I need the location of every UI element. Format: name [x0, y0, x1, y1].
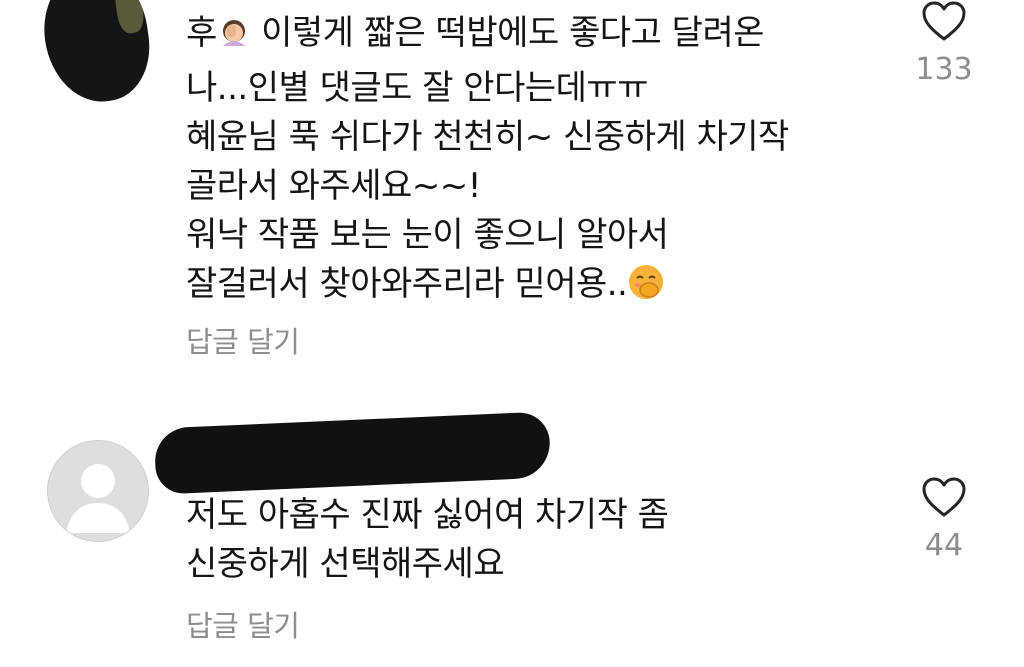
facepalm-emoji-icon [217, 15, 251, 64]
reply-button[interactable]: 답글 달기 [186, 603, 300, 645]
heart-icon[interactable] [921, 476, 967, 518]
comment-text-rest: 이렇게 짧은 떡밥에도 좋다고 달려온 나...인별 댓글도 잘 안다는데ㅠㅠ … [186, 13, 789, 304]
comment-text-start: 후 [186, 13, 217, 53]
comment-text: 후 이렇게 짧은 떡밥에도 좋다고 달려온 나...인별 댓글도 잘 안다는데ㅠ… [186, 9, 789, 315]
comment-text: 저도 아홉수 진짜 싫어여 차기작 좀 신중하게 선택해주세요 [186, 495, 669, 584]
like-count: 133 [915, 52, 973, 87]
avatar-photo-fragment [113, 0, 146, 35]
like-control: 44 [904, 476, 984, 563]
avatar[interactable] [47, 440, 149, 542]
hand-over-mouth-emoji-icon [627, 263, 665, 315]
heart-icon[interactable] [921, 0, 967, 42]
like-count: 44 [924, 528, 964, 563]
avatar-redacted[interactable] [36, 0, 157, 109]
default-avatar-icon [66, 464, 130, 533]
like-control: 133 [904, 0, 984, 87]
username-redaction [153, 411, 552, 495]
reply-button[interactable]: 답글 달기 [186, 319, 300, 361]
